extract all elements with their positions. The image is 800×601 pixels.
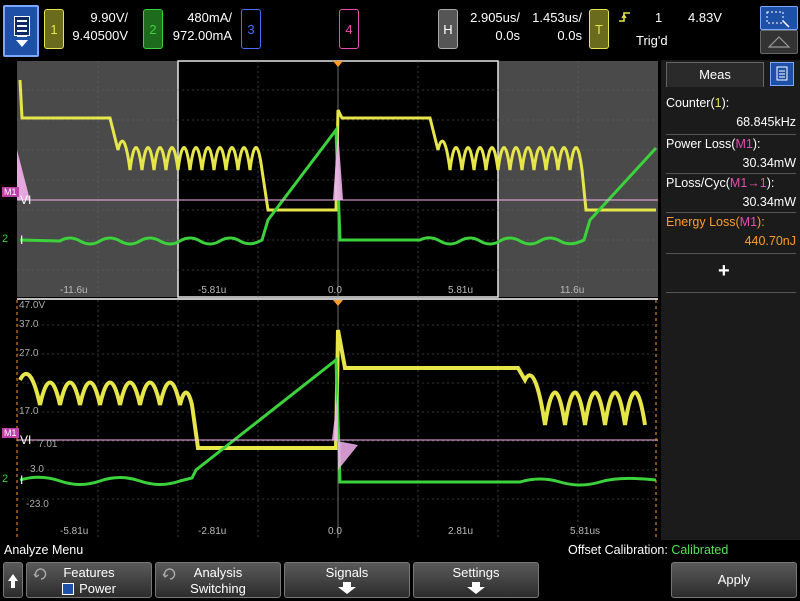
meas-name: Energy Loss(	[666, 215, 740, 229]
meas-source: 1	[714, 96, 722, 110]
zoom-y-label-6: -23.0	[26, 499, 49, 510]
math-m1-marker-main: M1	[2, 187, 19, 197]
vi-label-zoom: VI	[20, 433, 32, 447]
meas-value: 30.34mW	[742, 156, 797, 170]
meas-tail: ):	[757, 215, 765, 229]
measurement-power-loss[interactable]: Power Loss(M1): 30.34mW	[666, 135, 796, 173]
meas-source: M1	[735, 137, 753, 151]
rotate-knob-icon	[162, 568, 176, 580]
vi-label-main: VI	[20, 193, 32, 207]
settings-label: Settings	[452, 565, 500, 580]
arrow-up-icon	[8, 574, 18, 588]
i-label-main: I	[20, 233, 24, 247]
calibration-status: Calibrated	[671, 543, 729, 557]
calibration-label: Offset Calibration:	[568, 543, 668, 557]
meas-value: 440.70nJ	[744, 234, 796, 248]
zoom-y-label-1: 37.0	[19, 319, 39, 330]
main-time-label-1: -5.81u	[198, 285, 227, 296]
meas-source: M1	[739, 215, 758, 229]
zoom-time-label-2: 0.0	[328, 526, 342, 537]
zoom-y-label-5: 3.0	[30, 464, 44, 475]
meas-name: Power Loss(	[666, 137, 736, 151]
measurement-energy-loss[interactable]: Energy Loss(M1): 440.70nJ	[666, 213, 796, 251]
signals-softkey[interactable]: Signals	[284, 562, 410, 598]
features-softkey[interactable]: Features Power	[26, 562, 152, 598]
channel-2-ground-marker-main: 2	[2, 233, 9, 245]
measurement-panel	[661, 60, 800, 540]
main-time-label-4: 11.6u	[560, 285, 585, 296]
features-value: Power	[79, 581, 116, 596]
rotate-knob-icon	[33, 568, 47, 580]
meas-value: 30.34mW	[742, 195, 797, 209]
add-measurement-button[interactable]: +	[718, 260, 730, 283]
meas-tail: ):	[766, 176, 775, 190]
power-checkbox[interactable]	[62, 583, 75, 595]
channel-2-ground-marker-zoom: 2	[2, 473, 9, 485]
zoom-y-label-3: 17.0	[19, 406, 39, 417]
menu-title: Analyze Menu	[4, 543, 84, 557]
settings-softkey[interactable]: Settings	[413, 562, 539, 598]
measurement-ploss-per-cycle[interactable]: PLoss/Cyc(M1→1): 30.34mW	[666, 174, 796, 212]
zoom-y-label-4: 7.01	[38, 439, 58, 450]
zoom-time-label-0: -5.81u	[60, 526, 89, 537]
divider	[666, 253, 796, 254]
panel-menu-button[interactable]	[770, 62, 794, 86]
i-label-zoom: I	[20, 473, 24, 487]
arrow-down-icon	[467, 582, 485, 594]
offset-calibration: Offset Calibration: Calibrated	[568, 543, 728, 557]
meas-name: Counter(	[666, 96, 715, 110]
main-time-label-0: -11.6u	[60, 285, 88, 296]
main-time-label-2: 0.0	[328, 285, 342, 296]
math-m1-marker-zoom: M1	[2, 428, 19, 438]
back-button[interactable]	[3, 562, 23, 598]
arrow-down-icon	[338, 582, 356, 594]
zoom-time-label-1: -2.81u	[198, 526, 227, 537]
zoom-time-label-3: 2.81u	[448, 526, 474, 537]
meas-source: M1→1	[729, 176, 767, 190]
meas-value: 68.845kHz	[736, 115, 796, 129]
meas-tail: ):	[752, 137, 761, 151]
tab-meas[interactable]: Meas	[666, 62, 764, 87]
main-time-label-3: 5.81u	[448, 285, 474, 296]
meas-name: PLoss/Cyc(	[666, 176, 730, 190]
apply-button[interactable]: Apply	[671, 562, 797, 598]
meas-tail: ):	[721, 96, 730, 110]
divider	[666, 292, 796, 293]
analysis-softkey[interactable]: Analysis Switching	[155, 562, 281, 598]
zoom-y-label-0: 47.0V	[19, 300, 46, 311]
measurement-counter[interactable]: Counter(1): 68.845kHz	[666, 94, 796, 132]
list-icon	[776, 66, 788, 81]
zoom-time-label-4: 5.81us	[570, 526, 601, 537]
signals-label: Signals	[325, 565, 369, 580]
analysis-value: Switching	[190, 581, 246, 596]
zoom-y-label-2: 27.0	[19, 348, 39, 359]
